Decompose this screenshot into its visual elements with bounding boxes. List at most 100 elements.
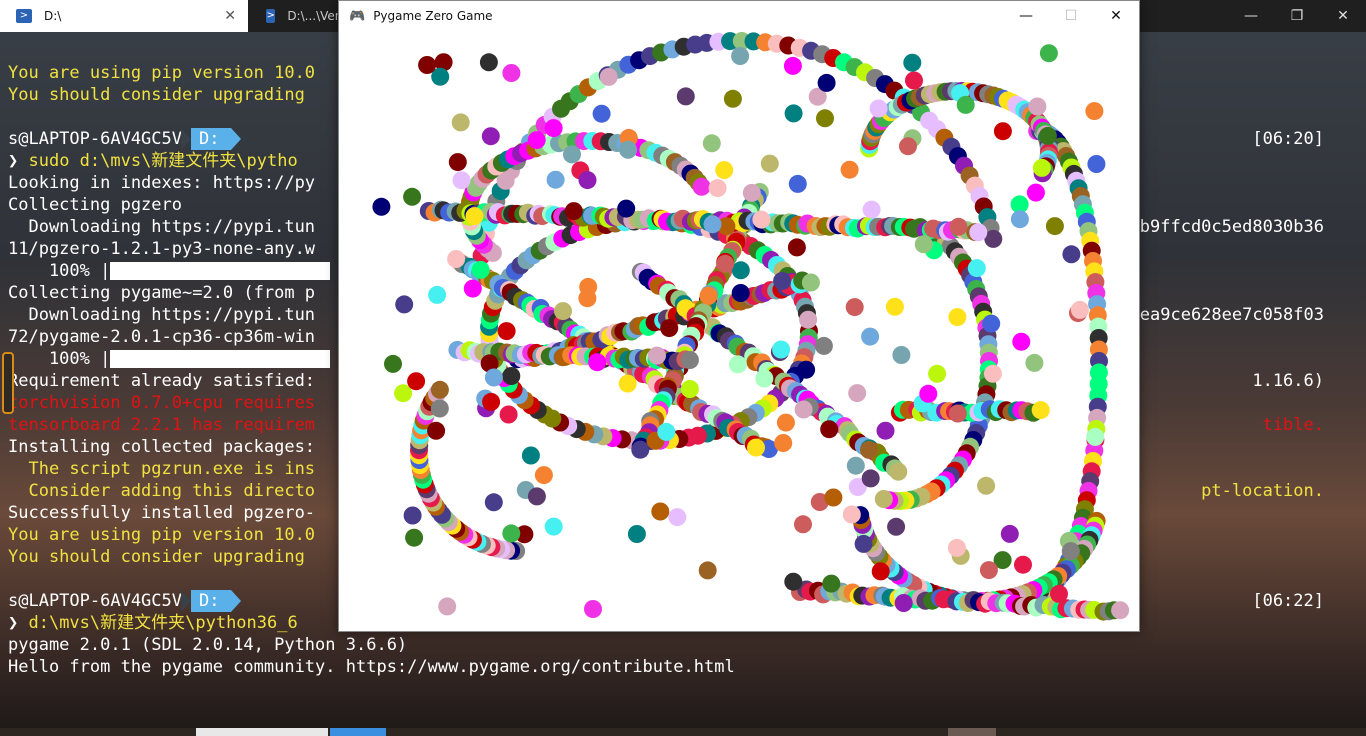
prompt-arrow [231, 590, 241, 612]
ball [797, 361, 815, 379]
ball [404, 507, 422, 525]
ball [668, 508, 686, 526]
ball [500, 406, 518, 424]
ball [1032, 401, 1050, 419]
scrollbar-thumb[interactable] [2, 352, 14, 414]
ball [743, 184, 761, 202]
game-canvas[interactable] [339, 31, 1139, 631]
ball [681, 351, 699, 369]
line-text: 72/pygame-2.0.1-cp36-cp36m-win [8, 327, 315, 347]
ball [861, 328, 879, 346]
ball [628, 525, 646, 543]
prompt-arrow [181, 128, 191, 150]
ball [919, 385, 937, 403]
prompt-dir: D: [191, 128, 231, 150]
line-text-right: pt-location. [1201, 480, 1324, 502]
tab-venu[interactable]: > D:\...\Venu [250, 0, 350, 32]
ball [877, 422, 895, 440]
ball [418, 56, 436, 74]
line-text: Successfully installed pgzero- [8, 503, 315, 523]
taskbar-item[interactable] [196, 728, 328, 736]
ball [824, 489, 842, 507]
ball [545, 119, 563, 137]
ball [1050, 585, 1068, 603]
ball [887, 518, 905, 536]
close-tab-icon[interactable]: ✕ [224, 8, 236, 24]
ball [822, 575, 840, 593]
ball [584, 600, 602, 618]
line-text: tensorboard 2.2.1 has requirem [8, 415, 315, 435]
line-text: ❯ d:\mvs\新建文件夹\python36_6 [8, 613, 298, 633]
ball [773, 272, 791, 290]
line-text: You are using pip version 10.0 [8, 525, 315, 545]
ball [677, 87, 695, 105]
ball [700, 287, 718, 305]
ball [427, 422, 445, 440]
ball [384, 355, 402, 373]
taskbar-item[interactable] [330, 728, 386, 736]
ball [948, 539, 966, 557]
ball [485, 369, 503, 387]
ball [619, 141, 637, 159]
ball [453, 171, 471, 189]
taskbar-item[interactable] [948, 728, 996, 736]
prompt-arrow [231, 128, 241, 150]
line-text-right: tible. [1263, 414, 1324, 436]
ball [957, 96, 975, 114]
ball [1011, 210, 1029, 228]
progress-bar [110, 350, 330, 368]
prompt-arrow [181, 590, 191, 612]
ball [600, 68, 618, 86]
tab-d-drive[interactable]: > D:\ ✕ [0, 0, 248, 32]
ball [870, 100, 888, 118]
ball [784, 573, 802, 591]
ball [1025, 354, 1043, 372]
ball [820, 420, 838, 438]
ball [485, 493, 503, 511]
ball [693, 178, 711, 196]
ball [795, 401, 813, 419]
ball [994, 122, 1012, 140]
maximize-button[interactable]: ❐ [1274, 0, 1320, 32]
ball [472, 261, 490, 279]
ball [772, 341, 790, 359]
ball [593, 105, 611, 123]
line-text: The script pgzrun.exe is ins [8, 459, 315, 479]
line-text-right: b9ffcd0c5ed8030b36 [1140, 216, 1324, 238]
ball [732, 284, 750, 302]
ball [892, 346, 910, 364]
prompt-user: s@LAPTOP-6AV4GC5V [8, 591, 182, 611]
ball [980, 561, 998, 579]
ball [862, 469, 880, 487]
game-maximize-button[interactable]: ☐ [1048, 1, 1094, 31]
ball [847, 457, 865, 475]
pygame-window[interactable]: 🎮 Pygame Zero Game — ☐ ✕ [338, 0, 1140, 632]
ball [1027, 184, 1045, 202]
game-close-button[interactable]: ✕ [1093, 1, 1139, 31]
ball [709, 179, 727, 197]
line-text: pygame 2.0.1 (SDL 2.0.14, Python 3.6.6) [8, 635, 407, 655]
powershell-icon: > [16, 9, 32, 23]
ball [855, 535, 873, 553]
line-text-right: 1.16.6) [1252, 370, 1324, 392]
taskbar [0, 728, 1366, 736]
ball [815, 337, 833, 355]
ball [428, 286, 446, 304]
ball [950, 218, 968, 236]
line-text-right: ea9ce628ee7c058f03 [1140, 304, 1324, 326]
minimize-button[interactable]: — [1228, 0, 1274, 32]
ball [1014, 556, 1032, 574]
ball [903, 54, 921, 72]
ball [1012, 333, 1030, 351]
ball [747, 439, 765, 457]
game-minimize-button[interactable]: — [1003, 1, 1049, 31]
ball [949, 405, 967, 423]
ball [631, 441, 649, 459]
close-button[interactable]: ✕ [1320, 0, 1366, 32]
ball [802, 274, 820, 292]
progress-bar [110, 262, 330, 280]
line-text: torchvision 0.7.0+cpu requires [8, 393, 315, 413]
line-text: Downloading https://pypi.tun [8, 305, 315, 325]
ball [761, 155, 779, 173]
ball [660, 319, 678, 337]
